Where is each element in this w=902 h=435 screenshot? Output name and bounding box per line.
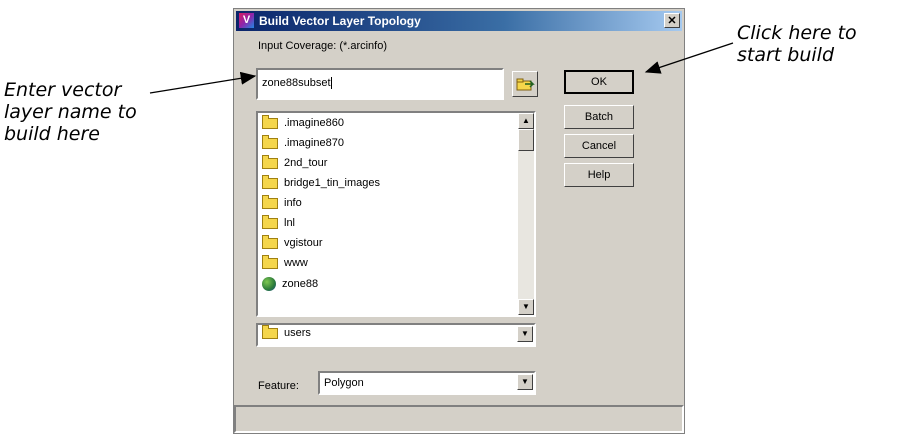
arrow-to-input <box>149 71 257 94</box>
arrow-to-ok <box>644 42 734 74</box>
annotation-arrows <box>149 42 734 94</box>
